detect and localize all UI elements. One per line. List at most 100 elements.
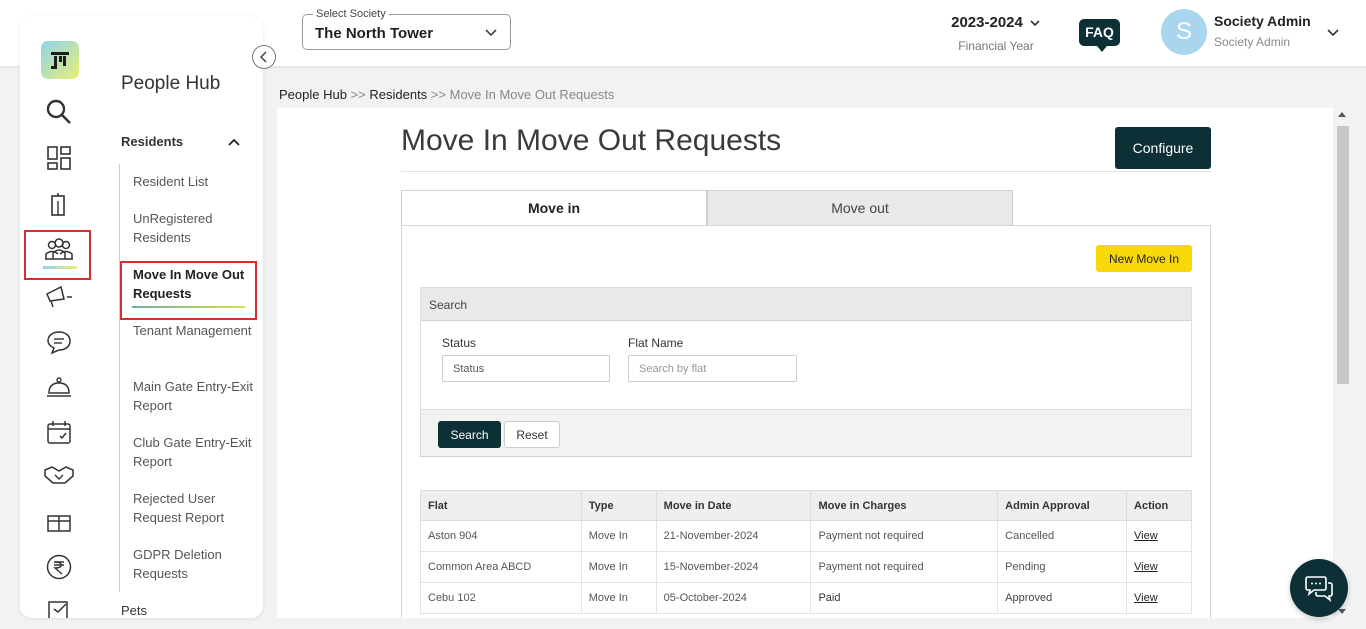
search-panel: Search Status Status Flat Name Search by… bbox=[420, 287, 1192, 457]
status-select[interactable]: Status bbox=[442, 355, 610, 382]
rail-active-underline bbox=[43, 266, 77, 269]
search-panel-heading: Search bbox=[421, 288, 1191, 321]
handshake-icon[interactable] bbox=[43, 459, 75, 491]
search-button[interactable]: Search bbox=[438, 421, 501, 448]
faq-button[interactable]: FAQ bbox=[1079, 19, 1120, 52]
column-header-type[interactable]: Type bbox=[580, 490, 657, 521]
section-residents[interactable]: Residents bbox=[121, 134, 241, 149]
configure-button[interactable]: Configure bbox=[1115, 127, 1211, 169]
cell-approval: Pending bbox=[997, 551, 1128, 583]
financial-year-label: Financial Year bbox=[958, 39, 1034, 53]
section-pets[interactable]: Pets bbox=[121, 603, 147, 618]
cell-approval: Approved bbox=[997, 582, 1128, 614]
sidebar-item-move-in-move-out-requests[interactable]: Move In Move Out Requests bbox=[133, 265, 253, 303]
breadcrumb-residents[interactable]: Residents bbox=[369, 87, 427, 102]
people-icon[interactable] bbox=[43, 234, 75, 266]
gift-icon[interactable] bbox=[43, 505, 75, 537]
cell-action: View bbox=[1126, 520, 1192, 552]
society-select[interactable]: Select Society The North Tower bbox=[302, 8, 511, 50]
sidebar-item-main-gate-report[interactable]: Main Gate Entry-Exit Report bbox=[133, 377, 253, 415]
cell-action: View bbox=[1126, 551, 1192, 583]
table-header-row: Flat Type Move in Date Move in Charges A… bbox=[420, 490, 1192, 521]
breadcrumb: People Hub >> Residents >> Move In Move … bbox=[279, 87, 614, 102]
chevron-left-icon bbox=[259, 51, 267, 63]
hub-title: People Hub bbox=[121, 73, 221, 94]
chevron-down-icon bbox=[484, 25, 498, 44]
breadcrumb-separator: >> bbox=[427, 87, 450, 102]
cell-type: Move In bbox=[580, 520, 657, 552]
cell-approval: Cancelled bbox=[997, 520, 1128, 552]
building-icon[interactable] bbox=[43, 188, 75, 220]
column-header-move-in-date[interactable]: Move in Date bbox=[655, 490, 812, 521]
sidebar-active-underline bbox=[132, 306, 245, 308]
cell-flat: Common Area ABCD bbox=[420, 551, 582, 583]
tab-move-in[interactable]: Move in bbox=[401, 190, 707, 226]
new-move-in-button[interactable]: New Move In bbox=[1096, 245, 1192, 272]
view-link[interactable]: View bbox=[1134, 561, 1158, 573]
column-header-flat[interactable]: Flat bbox=[420, 490, 582, 521]
financial-year-selector[interactable]: 2023-2024 Financial Year bbox=[940, 14, 1052, 53]
breadcrumb-separator: >> bbox=[346, 87, 370, 102]
cell-charges: Payment not required bbox=[810, 520, 999, 552]
breadcrumb-people-hub[interactable]: People Hub bbox=[279, 87, 347, 102]
chat-bubbles-icon bbox=[1305, 576, 1333, 602]
column-header-admin-approval[interactable]: Admin Approval bbox=[997, 490, 1128, 521]
chevron-down-icon[interactable] bbox=[1326, 26, 1340, 45]
subnav-guide-line bbox=[119, 164, 120, 592]
society-select-value: The North Tower bbox=[315, 25, 434, 42]
financial-year-value: 2023-2024 bbox=[951, 14, 1023, 31]
sidebar: People Hub Residents Resident List UnReg… bbox=[20, 16, 263, 618]
app-logo[interactable] bbox=[41, 41, 79, 79]
main-scrollbar[interactable] bbox=[1335, 108, 1349, 618]
chevron-up-icon bbox=[228, 138, 240, 146]
sidebar-collapse-button[interactable] bbox=[252, 45, 276, 69]
rupee-icon[interactable] bbox=[43, 551, 75, 583]
cell-flat: Aston 904 bbox=[420, 520, 582, 552]
cell-action: View bbox=[1126, 582, 1192, 614]
sidebar-item-unregistered-residents[interactable]: UnRegistered Residents bbox=[133, 209, 253, 247]
cell-date: 21-November-2024 bbox=[655, 520, 812, 552]
chat-icon[interactable] bbox=[43, 326, 75, 358]
breadcrumb-current: Move In Move Out Requests bbox=[449, 87, 615, 102]
dashboard-icon[interactable] bbox=[43, 142, 75, 174]
column-header-move-in-charges[interactable]: Move in Charges bbox=[810, 490, 999, 521]
page-title: Move In Move Out Requests bbox=[401, 124, 782, 157]
sidebar-item-tenant-management[interactable]: Tenant Management bbox=[133, 321, 253, 340]
search-icon[interactable] bbox=[43, 96, 75, 128]
tab-move-out[interactable]: Move out bbox=[707, 190, 1013, 226]
service-bell-icon[interactable] bbox=[43, 371, 75, 403]
status-label: Status bbox=[442, 336, 477, 350]
sidebar-item-club-gate-report[interactable]: Club Gate Entry-Exit Report bbox=[133, 433, 253, 471]
calendar-icon[interactable] bbox=[43, 416, 75, 448]
scroll-thumb[interactable] bbox=[1337, 126, 1349, 384]
sidebar-item-gdpr-deletion-requests[interactable]: GDPR Deletion Requests bbox=[133, 545, 253, 583]
flat-name-input[interactable]: Search by flat bbox=[628, 355, 797, 382]
user-info[interactable]: Society Admin Society Admin bbox=[1214, 13, 1311, 49]
cell-date: 05-October-2024 bbox=[655, 582, 812, 614]
scroll-down-arrow[interactable] bbox=[1338, 609, 1346, 614]
user-name: Society Admin bbox=[1214, 13, 1311, 29]
search-panel-footer: Search Reset bbox=[421, 409, 1191, 456]
reset-button[interactable]: Reset bbox=[504, 421, 560, 448]
megaphone-icon[interactable] bbox=[43, 280, 75, 312]
chat-support-button[interactable] bbox=[1290, 559, 1348, 617]
cell-type: Move In bbox=[580, 582, 657, 614]
table-row: Cebu 102 Move In 05-October-2024 Paid Ap… bbox=[420, 582, 1192, 614]
cell-charges: Payment not required bbox=[810, 551, 999, 583]
sidebar-item-resident-list[interactable]: Resident List bbox=[133, 172, 253, 191]
user-role: Society Admin bbox=[1214, 35, 1291, 49]
view-link[interactable]: View bbox=[1134, 592, 1158, 604]
view-link[interactable]: View bbox=[1134, 530, 1158, 542]
avatar[interactable]: S bbox=[1161, 9, 1207, 55]
checkbox-icon[interactable] bbox=[43, 591, 75, 618]
cell-charges: Paid bbox=[810, 582, 999, 614]
sidebar-item-rejected-user-report[interactable]: Rejected User Request Report bbox=[133, 489, 253, 527]
table-row: Common Area ABCD Move In 15-November-202… bbox=[420, 551, 1192, 583]
section-residents-label: Residents bbox=[121, 134, 184, 149]
column-header-action: Action bbox=[1126, 490, 1192, 521]
scroll-up-arrow[interactable] bbox=[1338, 112, 1346, 117]
chevron-down-icon bbox=[1030, 20, 1040, 27]
requests-table: Flat Type Move in Date Move in Charges A… bbox=[420, 490, 1192, 614]
title-divider bbox=[401, 171, 1211, 172]
table-row: Aston 904 Move In 21-November-2024 Payme… bbox=[420, 520, 1192, 552]
